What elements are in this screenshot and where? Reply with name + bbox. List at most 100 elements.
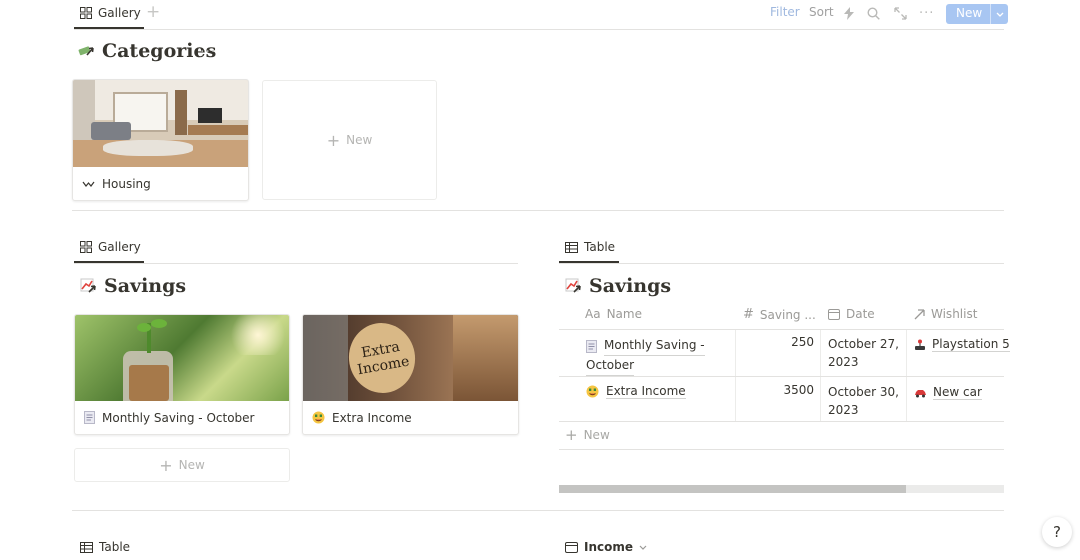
monthly-saving-card-title: Monthly Saving - October — [102, 410, 255, 425]
monthly-saving-title-row: Monthly Saving - October — [75, 401, 289, 434]
row-name-line2: October — [586, 356, 635, 376]
new-card-label: New — [346, 133, 373, 147]
column-label: Name — [606, 307, 642, 321]
categories-heading: Categories — [78, 40, 216, 62]
row-date-line2: 2023 — [828, 355, 859, 369]
table-row-1-saving[interactable]: 250 — [743, 335, 814, 349]
row-date-line1: October 30, — [828, 385, 899, 399]
cork-tag: Extra Income — [343, 317, 421, 399]
text-property-icon: Aa — [585, 307, 601, 321]
plus-icon: + — [565, 426, 578, 444]
housing-card-title: Housing — [102, 176, 151, 191]
table-row-1-name[interactable]: Monthly Saving - October — [586, 336, 705, 376]
tab-table-bottom[interactable]: Table — [80, 535, 130, 559]
extra-income-cover-image: Extra Income — [303, 315, 518, 401]
column-label: Date — [846, 307, 875, 321]
filter-button[interactable]: Filter — [770, 5, 800, 19]
calendar-icon — [828, 309, 840, 320]
chart-increasing-icon — [565, 277, 583, 295]
money-with-wings-icon — [78, 42, 96, 60]
tab-gallery-top[interactable]: Gallery — [80, 1, 141, 25]
extra-income-card-title: Extra Income — [332, 410, 412, 425]
column-header-wishlist[interactable]: Wishlist — [914, 307, 977, 321]
categories-more-icon[interactable]: ... — [200, 40, 216, 56]
horizontal-scrollbar[interactable] — [559, 485, 1004, 493]
table-row-2-date[interactable]: October 30, 2023 — [828, 383, 899, 419]
new-row-label: New — [583, 428, 610, 442]
housing-card-title-row: Housing — [73, 167, 248, 200]
tab-label: Table — [584, 240, 616, 254]
housing-card[interactable]: Housing — [72, 79, 249, 201]
add-row-button[interactable]: + New — [565, 426, 610, 444]
savings-gallery-title: Savings — [104, 275, 187, 297]
tab-label: Gallery — [98, 240, 141, 254]
categories-new-card[interactable]: + New — [262, 80, 437, 200]
money-face-icon — [312, 411, 325, 424]
table-row-1-wishlist[interactable]: Playstation 5 — [914, 337, 1010, 352]
number-property-icon: # — [743, 307, 754, 322]
chevron-down-icon[interactable] — [639, 545, 647, 550]
savings-gallery-heading: Savings — [80, 275, 186, 297]
relation-arrow-icon — [914, 308, 925, 319]
column-header-saving[interactable]: # Saving ... — [743, 307, 816, 322]
row-date-line2: 2023 — [828, 403, 859, 417]
sort-button[interactable]: Sort — [809, 5, 834, 19]
savings-table-heading: Savings — [565, 275, 671, 297]
calendar-icon — [565, 542, 578, 553]
tab-income[interactable]: Income — [565, 535, 647, 559]
more-options-icon[interactable]: ... — [919, 2, 934, 17]
wishlist-item: New car — [933, 385, 982, 400]
tab-label: Table — [99, 540, 131, 554]
chevron-down-icon[interactable] — [990, 4, 1008, 24]
divider — [559, 263, 1004, 264]
tab-gallery-savings[interactable]: Gallery — [80, 235, 141, 259]
column-label: Saving ... — [759, 307, 816, 322]
add-view-button[interactable]: + — [146, 2, 160, 22]
section-divider — [72, 210, 1004, 211]
chart-increasing-icon — [80, 277, 98, 295]
money-face-icon — [586, 385, 599, 398]
tab-label: Gallery — [98, 6, 141, 20]
wishlist-item: Playstation 5 — [932, 337, 1010, 352]
new-button-label: New — [956, 6, 983, 20]
car-icon — [915, 389, 926, 397]
new-card-label: New — [178, 458, 205, 472]
receipt-icon — [586, 339, 597, 353]
table-icon — [565, 241, 578, 253]
table-row-2-name[interactable]: Extra Income — [586, 384, 686, 399]
divider — [74, 263, 518, 264]
plus-icon: + — [326, 130, 341, 150]
table-header-divider — [559, 329, 1004, 330]
table-row-1-date[interactable]: October 27, 2023 — [828, 335, 899, 371]
tab-label: Income — [584, 540, 634, 554]
table-row-2-wishlist[interactable]: New car — [914, 385, 982, 400]
receipt-icon — [84, 411, 95, 424]
automation-icon[interactable] — [843, 5, 855, 24]
coin-jar-cover-image — [75, 315, 289, 401]
savings-new-card[interactable]: + New — [74, 448, 290, 482]
section-divider — [72, 510, 1004, 511]
row-name-line1: Monthly Saving - — [604, 336, 705, 356]
row-divider — [559, 421, 1004, 422]
monthly-saving-card[interactable]: Monthly Saving - October — [74, 314, 290, 435]
row-name-line1: Extra Income — [606, 384, 686, 399]
column-label: Wishlist — [931, 307, 978, 321]
wave-icon — [82, 181, 95, 187]
table-footer-divider — [559, 449, 1004, 450]
scrollbar-thumb[interactable] — [559, 485, 906, 493]
help-button[interactable]: ? — [1042, 517, 1072, 547]
gallery-icon — [80, 241, 92, 253]
savings-table-title: Savings — [589, 275, 672, 297]
extra-income-card[interactable]: Extra Income Extra Income — [302, 314, 519, 435]
search-icon[interactable] — [867, 5, 880, 24]
column-header-name[interactable]: Aa Name — [585, 307, 642, 321]
column-header-date[interactable]: Date — [828, 307, 875, 321]
tab-table-savings[interactable]: Table — [565, 235, 615, 259]
joystick-icon — [915, 339, 925, 350]
housing-cover-image — [73, 80, 248, 167]
new-button[interactable]: New — [946, 4, 1009, 24]
gallery-icon — [80, 7, 92, 19]
table-row-2-saving[interactable]: 3500 — [743, 383, 814, 397]
divider — [74, 29, 1004, 30]
expand-icon[interactable] — [894, 5, 907, 24]
